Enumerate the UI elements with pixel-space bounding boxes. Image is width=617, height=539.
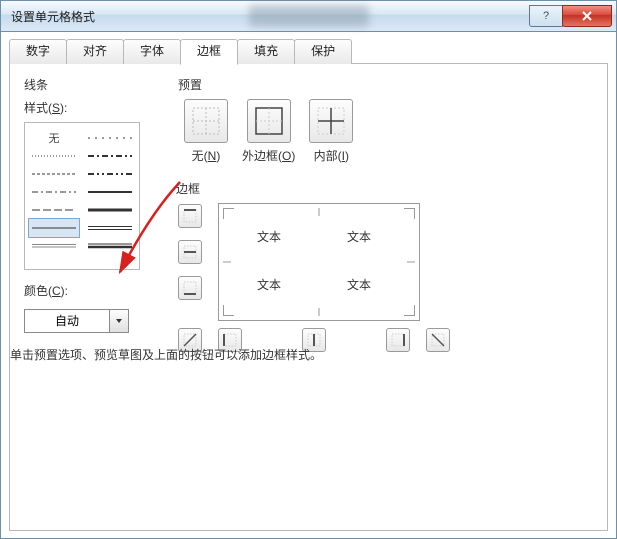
linestyle-opt[interactable] <box>85 147 135 165</box>
border-left-icon <box>223 333 237 347</box>
window-title: 设置单元格格式 <box>11 8 95 25</box>
preview-text: 文本 <box>257 228 281 245</box>
close-icon <box>581 10 593 22</box>
line-section-label: 线条 <box>24 76 154 93</box>
hint-text: 单击预置选项、预览草图及上面的按钮可以添加边框样式。 <box>10 346 322 363</box>
linestyle-opt[interactable] <box>29 237 79 255</box>
preset-inside-button[interactable] <box>309 99 353 143</box>
preview-corner <box>223 305 234 316</box>
preset-none-icon <box>191 106 221 136</box>
preview-text: 文本 <box>347 228 371 245</box>
tab-align[interactable]: 对齐 <box>66 39 124 64</box>
linestyle-opt[interactable] <box>85 201 135 219</box>
preset-none-label: 无(N) <box>192 147 221 164</box>
border-preview[interactable]: 文本 文本 文本 文本 <box>218 203 420 321</box>
linestyle-opt[interactable] <box>85 219 135 237</box>
help-button[interactable]: ? <box>529 5 563 27</box>
border-hmid-icon <box>183 245 197 259</box>
preview-corner <box>404 208 415 219</box>
preset-inside-label: 内部(I) <box>314 147 349 164</box>
preset-inside-icon <box>316 106 346 136</box>
linestyle-none[interactable]: 无 <box>29 129 79 147</box>
preset-inside: 内部(I) <box>309 99 353 164</box>
window-buttons: ? <box>530 6 612 27</box>
linestyle-opt-selected[interactable] <box>29 219 79 237</box>
border-bottom-icon <box>183 281 197 295</box>
linestyle-opt[interactable] <box>29 183 79 201</box>
titlebar[interactable]: 设置单元格格式 ? <box>1 1 616 32</box>
chevron-down-icon <box>115 317 123 325</box>
linestyle-opt[interactable] <box>85 237 135 255</box>
border-right-button[interactable] <box>386 328 410 352</box>
tab-number[interactable]: 数字 <box>9 39 67 64</box>
linestyle-opt[interactable] <box>85 129 135 147</box>
linestyle-opt[interactable] <box>29 165 79 183</box>
border-top-icon <box>183 209 197 223</box>
preset-none-button[interactable] <box>184 99 228 143</box>
border-diag-up-icon <box>183 333 197 347</box>
border-diag-down-button[interactable] <box>426 328 450 352</box>
tab-border[interactable]: 边框 <box>180 39 238 65</box>
line-color-select[interactable]: 自动 <box>24 309 129 333</box>
line-style-label: 样式(S): <box>24 99 154 116</box>
preview-corner <box>404 305 415 316</box>
linestyle-opt[interactable] <box>29 201 79 219</box>
preview-tick <box>319 208 320 216</box>
right-column: 预置 无(N) <box>178 76 593 377</box>
tabstrip: 数字 对齐 字体 边框 填充 保护 <box>9 39 608 64</box>
tab-protect[interactable]: 保护 <box>294 39 352 64</box>
line-style-list[interactable]: 无 <box>24 122 140 270</box>
preview-tick <box>319 308 320 316</box>
titlebar-blur <box>249 5 369 27</box>
tab-font[interactable]: 字体 <box>123 39 181 64</box>
border-vmid-icon <box>307 333 321 347</box>
line-color-value: 自动 <box>25 310 109 332</box>
line-color-label: 颜色(C): <box>24 282 154 299</box>
border-bottom-button[interactable] <box>178 276 202 300</box>
border-diag-down-icon <box>431 333 445 347</box>
preset-outline-icon <box>254 106 284 136</box>
preview-text: 文本 <box>347 276 371 293</box>
preset-outline-label: 外边框(O) <box>242 147 295 164</box>
tab-fill[interactable]: 填充 <box>237 39 295 64</box>
border-right-icon <box>391 333 405 347</box>
format-cells-dialog: 设置单元格格式 ? 数字 对齐 字体 边框 填充 保护 线条 样式(S): <box>0 0 617 539</box>
preset-row: 无(N) 外边框(O) <box>184 99 593 164</box>
preset-outline: 外边框(O) <box>242 99 295 164</box>
line-color-row: 颜色(C): 自动 <box>24 282 154 333</box>
border-section-label: 边框 <box>176 180 593 197</box>
preview-tick <box>407 262 415 263</box>
dialog-body: 数字 对齐 字体 边框 填充 保护 线条 样式(S): 无 <box>9 39 608 530</box>
preset-section-label: 预置 <box>178 76 593 93</box>
line-color-dropdown[interactable] <box>109 310 128 332</box>
line-column: 线条 样式(S): 无 <box>24 76 154 377</box>
preview-text: 文本 <box>257 276 281 293</box>
tab-page-border: 线条 样式(S): 无 <box>9 64 608 531</box>
preset-outline-button[interactable] <box>247 99 291 143</box>
border-top-button[interactable] <box>178 204 202 228</box>
close-button[interactable] <box>562 5 612 27</box>
border-hmid-button[interactable] <box>178 240 202 264</box>
linestyle-opt[interactable] <box>85 165 135 183</box>
preview-tick <box>223 262 231 263</box>
linestyle-opt[interactable] <box>29 147 79 165</box>
linestyle-opt[interactable] <box>85 183 135 201</box>
preset-none: 无(N) <box>184 99 228 164</box>
preview-corner <box>223 208 234 219</box>
